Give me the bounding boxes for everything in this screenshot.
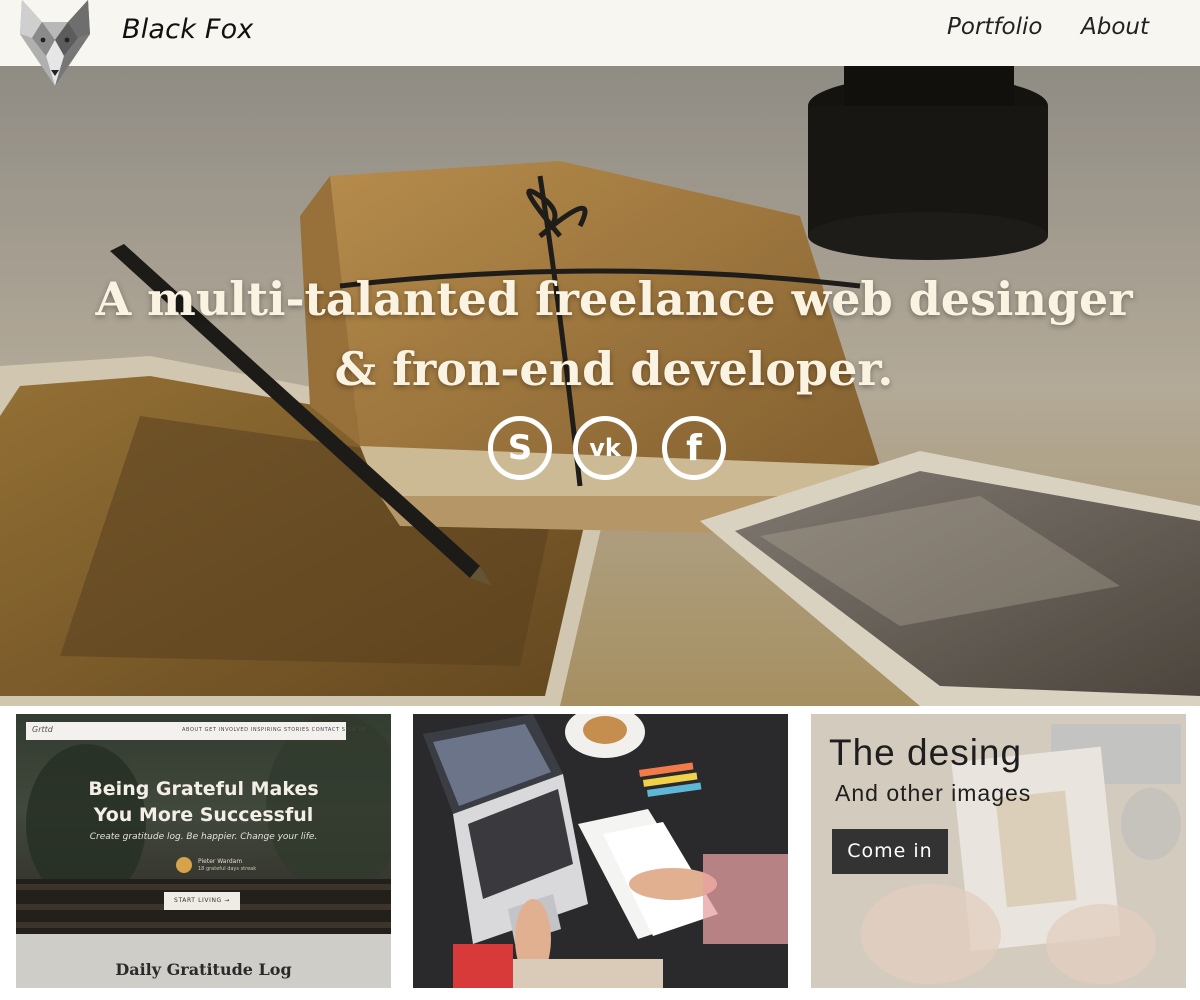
vk-glyph: vk: [589, 434, 621, 462]
hero-banner: A multi-talanted freelance web desinger …: [0, 66, 1200, 706]
gratitude-headline-2: You More Successful: [93, 804, 314, 826]
gratitude-subtitle: Create gratitude log. Be happier. Change…: [89, 832, 318, 842]
skype-icon[interactable]: S: [488, 416, 552, 480]
fox-logo-icon[interactable]: [16, 0, 94, 88]
start-living-button[interactable]: START LIVING →: [164, 892, 240, 910]
gratitude-site-screenshot: Grttd ABOUT GET INVOLVED INSPIRING STORI…: [16, 714, 391, 934]
design-card-title: The desing: [829, 732, 1023, 773]
portfolio-card-design[interactable]: The desing And other images Come in: [811, 714, 1186, 988]
gratitude-headline-1: Being Grateful Makes: [88, 778, 319, 800]
card-caption: Daily Gratitude Log: [115, 960, 292, 979]
hero-headline-line-2: & fron-end developer.: [334, 342, 894, 396]
nav-about-link[interactable]: About: [1081, 14, 1149, 40]
brand-name[interactable]: Black Fox: [122, 14, 253, 45]
vk-icon[interactable]: vk: [573, 416, 637, 480]
portfolio-card-gratitude[interactable]: Grttd ABOUT GET INVOLVED INSPIRING STORI…: [16, 714, 391, 988]
design-card-subtitle: And other images: [835, 780, 1032, 806]
avatar: [176, 857, 192, 873]
skype-glyph: S: [507, 428, 533, 468]
author-name: Pieter Wardam: [198, 858, 243, 865]
facebook-glyph: f: [686, 427, 702, 469]
mini-nav: ABOUT GET INVOLVED INSPIRING STORIES CON…: [182, 727, 367, 733]
laptop-desk-photo: [413, 714, 788, 988]
mini-brand: Grttd: [32, 725, 53, 734]
site-header: Black Fox Portfolio About: [0, 0, 1200, 86]
author-note: 18 grateful days streak: [198, 866, 257, 872]
gratitude-headline: Being Grateful Makes You More Successful: [16, 776, 391, 828]
nav-portfolio-link[interactable]: Portfolio: [947, 14, 1042, 40]
portfolio-card-laptop[interactable]: [413, 714, 788, 988]
facebook-icon[interactable]: f: [662, 416, 726, 480]
come-in-button[interactable]: Come in: [832, 829, 948, 874]
hero-headline-line-1: A multi-talanted freelance web desinger: [95, 272, 1133, 326]
